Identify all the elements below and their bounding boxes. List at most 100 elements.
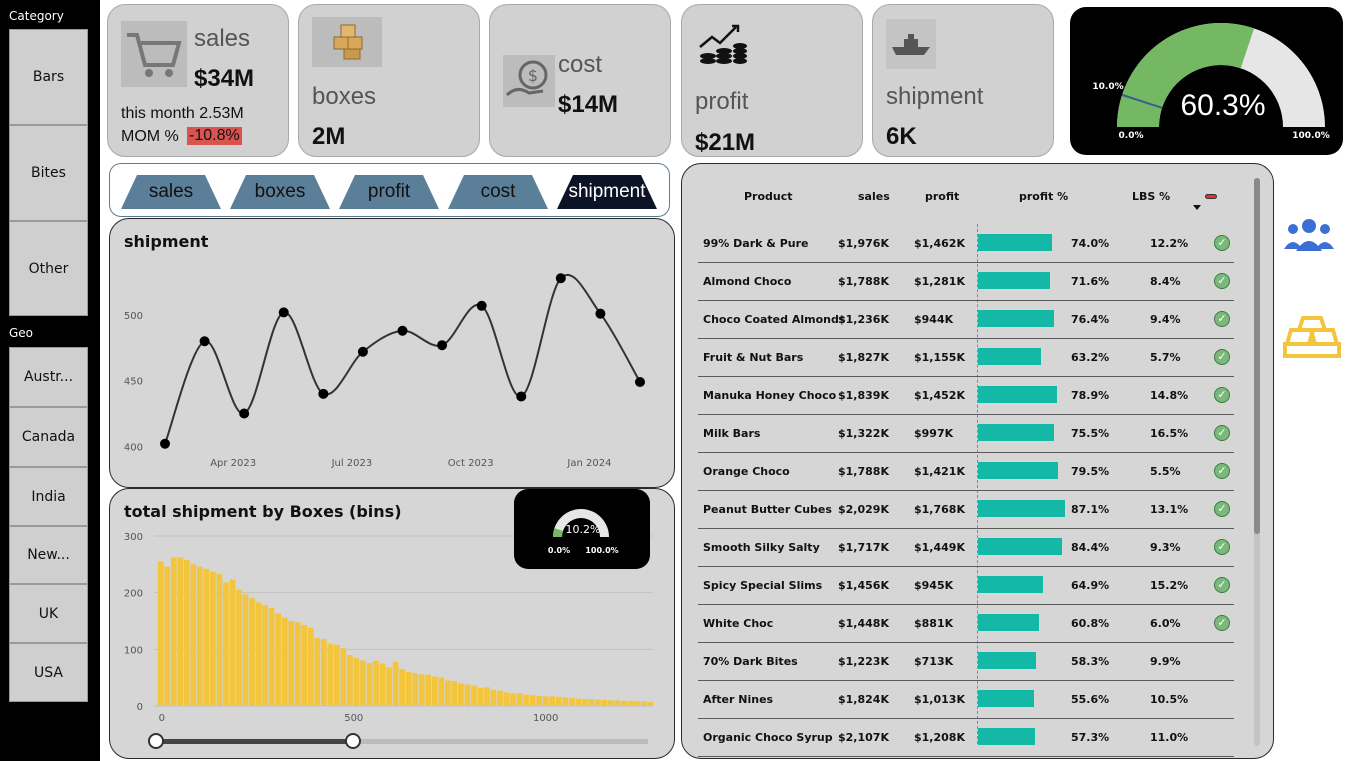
table-row[interactable]: Choco Coated Almonds $1,236K $944K 76.4% 9.4… — [698, 301, 1234, 339]
histogram-bar[interactable] — [255, 602, 262, 706]
histogram-bar[interactable] — [536, 695, 543, 706]
data-point[interactable] — [437, 340, 448, 351]
histogram-bar[interactable] — [223, 582, 229, 706]
histogram-bar[interactable] — [392, 661, 399, 706]
histogram-bar[interactable] — [262, 605, 268, 706]
table-row[interactable]: Fruit & Nut Bars $1,827K $1,155K 63.2% 5.7% ✓ — [698, 339, 1234, 377]
histogram-bar[interactable] — [360, 660, 366, 706]
histogram-bar[interactable] — [275, 613, 282, 706]
data-point[interactable] — [318, 388, 329, 399]
histogram-bar[interactable] — [353, 657, 360, 706]
histogram-bar[interactable] — [268, 607, 275, 706]
table-row[interactable]: 99% Dark & Pure $1,976K $1,462K 74.0% 12.2% ✓ — [698, 225, 1234, 263]
data-point[interactable] — [476, 300, 487, 311]
histogram-bar[interactable] — [242, 594, 249, 706]
profit-margin-gauge-card[interactable]: 60.3% 0.0% 100.0% 10.0% — [1070, 7, 1343, 155]
histogram-bar[interactable] — [490, 689, 497, 706]
table-row[interactable]: White Choc $1,448K $881K 60.8% 6.0% ✓ — [698, 605, 1234, 643]
histogram-bar[interactable] — [288, 621, 295, 706]
histogram-bar[interactable] — [164, 566, 171, 706]
tab-cost[interactable]: cost — [448, 175, 548, 209]
histogram-bar[interactable] — [386, 667, 392, 706]
histogram-bar[interactable] — [177, 557, 184, 706]
histogram-bar[interactable] — [627, 700, 634, 706]
histogram-bar[interactable] — [229, 579, 236, 706]
table-row[interactable]: After Nines $1,824K $1,013K 55.6% 10.5% — [698, 681, 1234, 719]
data-point[interactable] — [555, 273, 566, 284]
slicer-geo-australia[interactable]: Austr... — [9, 347, 88, 407]
histogram-bar[interactable] — [542, 696, 549, 706]
histogram-bar[interactable] — [405, 672, 412, 706]
data-point[interactable] — [595, 308, 606, 319]
histogram-bar[interactable] — [529, 695, 536, 706]
slicer-category-bars[interactable]: Bars — [9, 29, 88, 125]
data-point[interactable] — [397, 325, 408, 336]
data-point[interactable] — [160, 438, 170, 449]
histogram-bar[interactable] — [399, 669, 406, 706]
kpi-card-shipment[interactable]: shipment 6K — [872, 4, 1054, 157]
histogram-bar[interactable] — [634, 701, 640, 706]
table-row[interactable]: Almond Choco $1,788K $1,281K 71.6% 8.4% ✓ — [698, 263, 1234, 301]
histogram-bar[interactable] — [458, 683, 464, 706]
histogram-bar[interactable] — [588, 699, 595, 706]
histogram-bar[interactable] — [640, 701, 647, 706]
histogram-bar[interactable] — [497, 690, 503, 706]
slicer-geo-india[interactable]: India — [9, 467, 88, 526]
slicer-geo-uk[interactable]: UK — [9, 584, 88, 643]
data-point[interactable] — [635, 376, 645, 387]
histogram-bar[interactable] — [170, 557, 177, 706]
histogram-bar[interactable] — [555, 696, 562, 706]
histogram-bar[interactable] — [477, 687, 484, 706]
gold-bars-icon[interactable] — [1283, 314, 1341, 360]
histogram-bar[interactable] — [210, 571, 216, 706]
histogram-bar[interactable] — [183, 559, 190, 706]
histogram-bar[interactable] — [523, 694, 529, 706]
histogram-bar[interactable] — [373, 660, 379, 706]
histogram-bar[interactable] — [216, 573, 223, 706]
table-row[interactable]: Manuka Honey Choco $1,839K $1,452K 78.9% 14.… — [698, 377, 1234, 415]
column-header-sales[interactable]: sales — [858, 190, 890, 203]
kpi-card-cost[interactable]: $ cost $14M — [489, 4, 671, 157]
histogram-bar[interactable] — [347, 655, 353, 706]
range-slider-high-handle[interactable] — [344, 733, 361, 749]
histogram-bar[interactable] — [203, 568, 210, 706]
histogram-bar[interactable] — [327, 643, 334, 706]
histogram-bar[interactable] — [236, 589, 242, 706]
shipment-line-chart[interactable]: 400 450 500 Apr 2023 Jul 2023 Oct 2023 Jan 202… — [110, 219, 675, 488]
kpi-card-profit[interactable]: profit $21M — [681, 4, 863, 157]
slicer-geo-new-zealand[interactable]: New... — [9, 526, 88, 584]
histogram-bar[interactable] — [464, 684, 471, 706]
histogram-bar[interactable] — [444, 680, 451, 707]
histogram-bar[interactable] — [614, 700, 621, 706]
data-point[interactable] — [357, 346, 368, 357]
histogram-bar[interactable] — [294, 622, 301, 706]
histogram-bar[interactable] — [314, 638, 321, 706]
column-header-profit-pct[interactable]: profit % — [1019, 190, 1068, 203]
table-row[interactable]: 70% Dark Bites $1,223K $713K 58.3% 9.9% — [698, 643, 1234, 681]
kpi-card-sales[interactable]: sales $34M this month 2.53M MOM % -10.8% — [107, 4, 289, 157]
histogram-bar[interactable] — [451, 681, 458, 706]
slicer-category-other[interactable]: Other — [9, 221, 88, 316]
kpi-card-boxes[interactable]: boxes 2M — [298, 4, 480, 157]
tab-boxes[interactable]: boxes — [230, 175, 330, 209]
histogram-bar[interactable] — [575, 698, 582, 706]
histogram-bar[interactable] — [647, 702, 653, 706]
tab-sales[interactable]: sales — [121, 175, 221, 209]
table-row[interactable]: Organic Choco Syrup $2,107K $1,208K 57.3% 11… — [698, 719, 1234, 757]
histogram-bar[interactable] — [503, 692, 510, 706]
histogram-bar[interactable] — [412, 673, 419, 706]
histogram-bar[interactable] — [301, 624, 308, 706]
users-icon[interactable] — [1283, 217, 1335, 253]
slicer-geo-canada[interactable]: Canada — [9, 407, 88, 467]
histogram-bar[interactable] — [190, 564, 197, 706]
data-point[interactable] — [199, 336, 210, 347]
histogram-bar[interactable] — [157, 561, 164, 707]
table-row[interactable]: Milk Bars $1,322K $997K 75.5% 16.5% ✓ — [698, 415, 1234, 453]
histogram-bar[interactable] — [608, 700, 614, 706]
column-header-profit[interactable]: profit — [925, 190, 959, 203]
histogram-bar[interactable] — [418, 674, 425, 706]
histogram-bar[interactable] — [249, 598, 255, 706]
table-row[interactable]: Spicy Special Slims $1,456K $945K 64.9% 15.2… — [698, 567, 1234, 605]
histogram-bar[interactable] — [516, 693, 523, 706]
data-point[interactable] — [278, 307, 289, 318]
